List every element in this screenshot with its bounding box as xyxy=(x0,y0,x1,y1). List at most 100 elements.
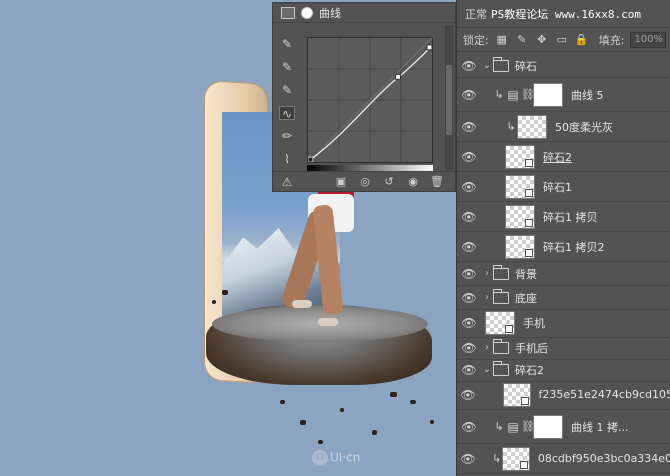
layer-thumbnail xyxy=(502,382,531,407)
layer-mask-thumbnail[interactable] xyxy=(533,414,563,439)
layer-name: 曲线 1 拷... xyxy=(571,420,629,434)
fill-input[interactable]: 100% xyxy=(630,31,667,48)
runner-shoe xyxy=(318,318,338,326)
properties-footer: ▣ ◎ ↺ ◉ 🗑 xyxy=(273,171,455,191)
runner-shoe xyxy=(292,300,312,308)
curve-edit-icon[interactable]: ∿ xyxy=(279,106,295,121)
eyedropper-black-icon[interactable]: ✎ xyxy=(279,37,295,51)
pencil-icon[interactable]: ✏ xyxy=(279,129,295,143)
mask-icon[interactable] xyxy=(301,6,313,19)
folder-icon xyxy=(493,288,509,304)
layer-thumbnail xyxy=(505,234,535,259)
curve-point[interactable] xyxy=(395,73,401,80)
layer-name: 手机 xyxy=(523,316,545,330)
eye-icon[interactable]: 👁 xyxy=(457,180,481,194)
layer-row[interactable]: 👁 ⌄ 碎石 xyxy=(457,54,670,78)
layer-name: f235e51e2474cb9cd105... xyxy=(538,388,670,401)
eye-icon[interactable]: 👁 xyxy=(457,363,481,377)
eye-icon[interactable]: 👁 xyxy=(457,388,479,402)
debris-piece xyxy=(372,430,377,435)
clip-to-layer-icon[interactable]: ▣ xyxy=(333,175,349,189)
layer-row[interactable]: 👁 碎石1 拷贝 xyxy=(457,202,670,232)
chevron-right-icon[interactable]: › xyxy=(481,268,493,279)
lock-pixels-icon[interactable]: ✎ xyxy=(515,33,529,47)
layer-row[interactable]: 👁 › 底座 xyxy=(457,286,670,310)
site-watermark: PS教程论坛 www.16xx8.com xyxy=(491,7,641,21)
layer-row[interactable]: 👁 碎石1 xyxy=(457,172,670,202)
eye-icon[interactable]: 👁 xyxy=(457,210,481,224)
debris-piece xyxy=(390,392,397,397)
properties-scrollbar[interactable] xyxy=(445,25,453,170)
debris-piece xyxy=(410,400,416,404)
blend-mode-select[interactable]: 正常 xyxy=(465,6,487,22)
eye-icon[interactable]: 👁 xyxy=(457,59,481,73)
debris-piece xyxy=(212,300,216,304)
chevron-right-icon[interactable]: › xyxy=(481,342,493,353)
eyedropper-gray-icon[interactable]: ✎ xyxy=(279,60,295,74)
curves-adjustment-icon: ▤ xyxy=(507,419,519,434)
layer-row[interactable]: 👁 ↳ 08cdbf950e3bc0a334e0... xyxy=(457,444,670,474)
eye-icon[interactable]: 👁 xyxy=(457,341,481,355)
view-previous-icon[interactable]: ◎ xyxy=(357,175,373,189)
eye-icon[interactable]: 👁 xyxy=(457,150,481,164)
clip-arrow-icon: ↳ xyxy=(494,88,504,101)
eye-icon[interactable]: 👁 xyxy=(457,88,481,102)
eye-icon[interactable]: 👁 xyxy=(457,420,481,434)
debris-piece xyxy=(318,440,323,444)
smart-object-icon xyxy=(525,158,533,167)
lock-label: 锁定: xyxy=(463,33,489,47)
layer-row[interactable]: 👁 ↳ 50度柔光灰 xyxy=(457,112,670,142)
layer-row[interactable]: 👁 › 手机后 xyxy=(457,336,670,360)
curves-graph-svg xyxy=(308,38,432,162)
eye-icon[interactable]: 👁 xyxy=(457,316,481,330)
eye-icon[interactable]: 👁 xyxy=(457,291,481,305)
debris-piece xyxy=(430,420,434,424)
eye-icon[interactable]: 👁 xyxy=(457,267,481,281)
layer-row[interactable]: 👁 碎石2 xyxy=(457,142,670,172)
curve-point[interactable] xyxy=(308,156,314,162)
scroll-thumb[interactable] xyxy=(446,65,452,135)
layer-thumbnail xyxy=(485,310,515,335)
curves-adjustment-icon[interactable] xyxy=(281,6,295,19)
layer-row[interactable]: 👁 ↳ ▤ ⛓ 曲线 1 拷... xyxy=(457,410,670,444)
layer-thumbnail xyxy=(505,174,535,199)
layer-mask-thumbnail[interactable] xyxy=(533,82,563,107)
folder-icon xyxy=(493,56,509,72)
layer-name: 碎石2 xyxy=(515,363,544,377)
layer-row[interactable]: 👁 ⌄ 碎石2 xyxy=(457,358,670,382)
trash-icon[interactable]: 🗑 xyxy=(429,175,445,189)
layer-name: 背景 xyxy=(515,267,537,281)
lock-position-icon[interactable]: ✥ xyxy=(535,33,549,47)
layer-name: 08cdbf950e3bc0a334e0... xyxy=(537,452,670,465)
visibility-icon[interactable]: ◉ xyxy=(405,175,421,189)
chevron-down-icon[interactable]: ⌄ xyxy=(481,60,493,71)
layer-row[interactable]: 👁 手机 xyxy=(457,308,670,338)
smart-object-icon xyxy=(520,396,529,405)
layer-name: 手机后 xyxy=(515,341,548,355)
layer-name: 底座 xyxy=(515,291,537,305)
curves-graph[interactable] xyxy=(307,37,433,163)
chevron-down-icon[interactable]: ⌄ xyxy=(481,364,493,375)
clip-arrow-icon: ↳ xyxy=(506,120,516,133)
reset-icon[interactable]: ↺ xyxy=(381,175,397,189)
layer-row[interactable]: 👁 碎石1 拷贝2 xyxy=(457,232,670,262)
canvas-watermark: U UI·cn xyxy=(312,450,362,470)
properties-title: 曲线 xyxy=(319,6,341,20)
layer-row[interactable]: 👁 › 背景 xyxy=(457,262,670,286)
lock-transparent-icon[interactable]: ▦ xyxy=(495,33,509,47)
debris-piece xyxy=(300,420,306,425)
layer-row[interactable]: 👁 f235e51e2474cb9cd105... xyxy=(457,380,670,410)
debris-piece xyxy=(340,408,344,412)
lock-all-icon[interactable]: 🔒 xyxy=(575,33,589,47)
eyedropper-white-icon[interactable]: ✎ xyxy=(279,83,295,97)
link-icon[interactable]: ⛓ xyxy=(521,420,535,433)
curve-point[interactable] xyxy=(426,44,432,51)
layer-row[interactable]: 👁 ↳ ▤ ⛓ 曲线 5 xyxy=(457,78,670,112)
lock-artboard-icon[interactable]: ▭ xyxy=(555,33,569,47)
link-icon[interactable]: ⛓ xyxy=(521,88,535,101)
eye-icon[interactable]: 👁 xyxy=(457,452,479,466)
eye-icon[interactable]: 👁 xyxy=(457,120,481,134)
chevron-right-icon[interactable]: › xyxy=(481,292,493,303)
smooth-icon[interactable]: ⌇ xyxy=(279,152,295,166)
eye-icon[interactable]: 👁 xyxy=(457,240,481,254)
